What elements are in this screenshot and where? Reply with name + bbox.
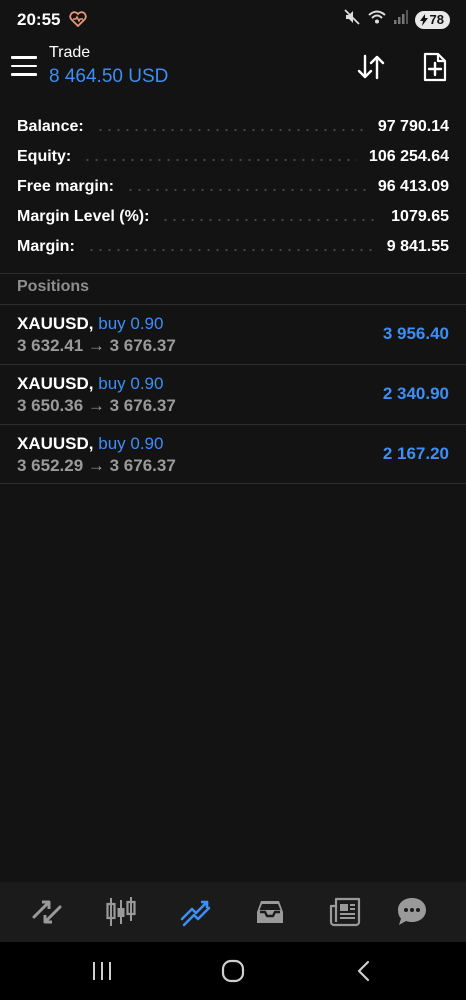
positions-header: Positions <box>17 278 90 295</box>
summary-row-margin-level: Margin Level (%): 1079.65 <box>0 202 466 232</box>
status-icons: 78 <box>343 9 450 30</box>
position-title: XAUUSD, buy 0.90 <box>17 374 163 394</box>
tab-history[interactable] <box>252 895 288 929</box>
summary-value: 106 254.64 <box>368 148 449 165</box>
tab-trade[interactable] <box>178 895 214 929</box>
summary-label: Margin: <box>17 238 75 255</box>
health-heart-icon <box>69 11 87 32</box>
page-title: Trade <box>49 44 91 61</box>
wifi-icon <box>367 9 387 30</box>
position-symbol: XAUUSD, <box>17 374 94 393</box>
position-row[interactable]: XAUUSD, buy 0.90 3 652.29 → 3 676.37 2 1… <box>0 424 466 484</box>
quotes-arrows-icon <box>32 900 62 924</box>
summary-row-balance: Balance: 97 790.14 <box>0 112 466 142</box>
summary-value: 97 790.14 <box>377 118 449 135</box>
position-profit: 2 340.90 <box>382 384 449 403</box>
home-icon <box>221 959 245 983</box>
system-navigation-bar <box>0 942 466 1000</box>
chat-icon <box>398 898 426 925</box>
account-summary: Balance: 97 790.14 Equity: 106 254.64 Fr… <box>0 112 466 262</box>
tab-quotes[interactable] <box>29 895 65 929</box>
new-order-icon[interactable] <box>418 50 452 84</box>
position-row[interactable]: XAUUSD, buy 0.90 3 632.41 → 3 676.37 3 9… <box>0 304 466 364</box>
position-title: XAUUSD, buy 0.90 <box>17 314 163 334</box>
app-header: Trade 8 464.50 USD <box>0 40 466 100</box>
screen: 20:55 78 Trade 8 464.50 USD Balance: 97 … <box>0 0 466 1000</box>
position-symbol: XAUUSD, <box>17 314 94 333</box>
summary-label: Balance: <box>17 118 84 135</box>
dotted-leader <box>86 249 375 251</box>
positions-list: XAUUSD, buy 0.90 3 632.41 → 3 676.37 3 9… <box>0 304 466 484</box>
dotted-leader <box>161 219 380 221</box>
header-balance: 8 464.50 USD <box>49 66 169 87</box>
summary-row-margin: Margin: 9 841.55 <box>0 232 466 262</box>
menu-icon[interactable] <box>11 56 37 78</box>
back-button[interactable] <box>349 958 379 984</box>
status-bar: 20:55 78 <box>0 0 466 40</box>
mute-icon <box>343 9 360 30</box>
dotted-leader <box>95 129 366 131</box>
position-row[interactable]: XAUUSD, buy 0.90 3 650.36 → 3 676.37 2 3… <box>0 364 466 424</box>
summary-value: 96 413.09 <box>377 178 449 195</box>
position-prices: 3 632.41 → 3 676.37 <box>17 336 176 355</box>
sort-icon[interactable] <box>354 50 388 84</box>
signal-icon <box>393 9 408 30</box>
chart-candles-icon <box>106 897 136 926</box>
position-symbol: XAUUSD, <box>17 434 94 453</box>
tab-chart[interactable] <box>103 895 139 929</box>
recent-apps-icon <box>93 962 111 980</box>
dotted-leader <box>125 189 366 191</box>
position-profit: 2 167.20 <box>382 444 449 463</box>
position-side: buy 0.90 <box>98 314 164 333</box>
battery-level: 78 <box>429 12 444 27</box>
summary-row-equity: Equity: 106 254.64 <box>0 142 466 172</box>
recent-apps-button[interactable] <box>87 958 117 984</box>
position-title: XAUUSD, buy 0.90 <box>17 434 163 454</box>
position-side: buy 0.90 <box>98 434 164 453</box>
news-icon <box>329 897 361 927</box>
summary-value: 9 841.55 <box>386 238 449 255</box>
summary-label: Equity: <box>17 148 72 165</box>
position-side: buy 0.90 <box>98 374 164 393</box>
summary-label: Free margin: <box>17 178 114 195</box>
summary-value: 1079.65 <box>391 208 449 225</box>
position-prices: 3 650.36 → 3 676.37 <box>17 396 176 415</box>
status-time: 20:55 <box>17 10 61 29</box>
position-profit: 3 956.40 <box>382 324 449 343</box>
summary-label: Margin Level (%): <box>17 208 150 225</box>
summary-row-free-margin: Free margin: 96 413.09 <box>0 172 466 202</box>
dotted-leader <box>83 159 357 161</box>
section-divider <box>0 273 466 274</box>
home-button[interactable] <box>218 958 248 984</box>
tab-news[interactable] <box>327 895 363 929</box>
back-icon <box>357 960 370 982</box>
battery-indicator: 78 <box>414 10 450 29</box>
history-inbox-icon <box>257 901 283 923</box>
bottom-tab-bar <box>0 882 466 942</box>
tab-chat[interactable] <box>394 895 430 929</box>
trade-icon <box>180 900 211 927</box>
bolt-icon <box>419 13 428 26</box>
position-prices: 3 652.29 → 3 676.37 <box>17 456 176 475</box>
